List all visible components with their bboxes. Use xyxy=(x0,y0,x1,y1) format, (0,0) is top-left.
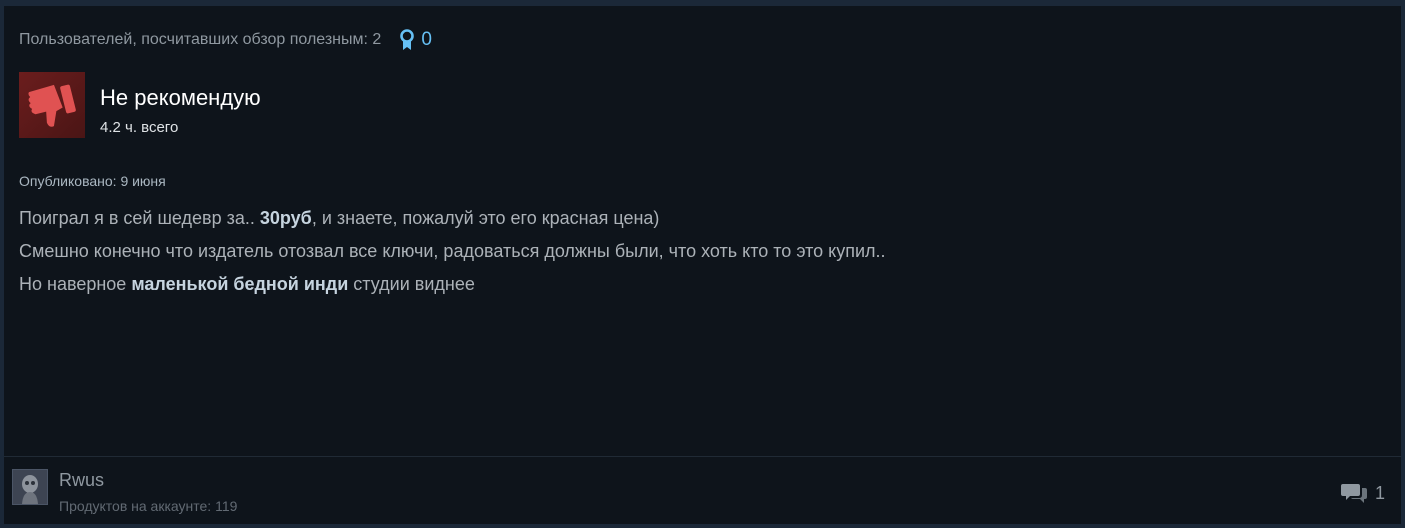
thumbs-down-icon[interactable] xyxy=(19,72,85,138)
helpful-summary: Пользователей, посчитавших обзор полезны… xyxy=(19,29,432,51)
avatar[interactable] xyxy=(12,469,48,505)
playtime: 4.2 ч. всего xyxy=(100,119,179,136)
posted-date: Опубликовано: 9 июня xyxy=(19,173,166,189)
comments-button[interactable]: 1 xyxy=(1340,481,1385,505)
vote-title[interactable]: Не рекомендую xyxy=(100,85,261,111)
helpful-text: Пользователей, посчитавших обзор полезны… xyxy=(19,31,382,48)
review-body: Поиграл я в сей шедевр за.. 30руб, и зна… xyxy=(19,202,1319,301)
award-button[interactable]: 0 xyxy=(399,29,432,51)
award-icon xyxy=(400,29,415,50)
award-count: 0 xyxy=(421,29,432,50)
author-products: Продуктов на аккаунте: 119 xyxy=(59,498,238,514)
review-line: Смешно конечно что издатель отозвал все … xyxy=(19,241,886,261)
review-line: Но наверное маленькой бедной инди студии… xyxy=(19,274,475,294)
review-card: Пользователей, посчитавших обзор полезны… xyxy=(4,6,1401,524)
author-name[interactable]: Rwus xyxy=(59,470,104,491)
comment-count: 1 xyxy=(1374,482,1385,503)
comment-icon xyxy=(1340,484,1367,503)
review-footer: Rwus Продуктов на аккаунте: 119 1 xyxy=(4,456,1401,524)
review-line: Поиграл я в сей шедевр за.. 30руб, и зна… xyxy=(19,208,660,228)
